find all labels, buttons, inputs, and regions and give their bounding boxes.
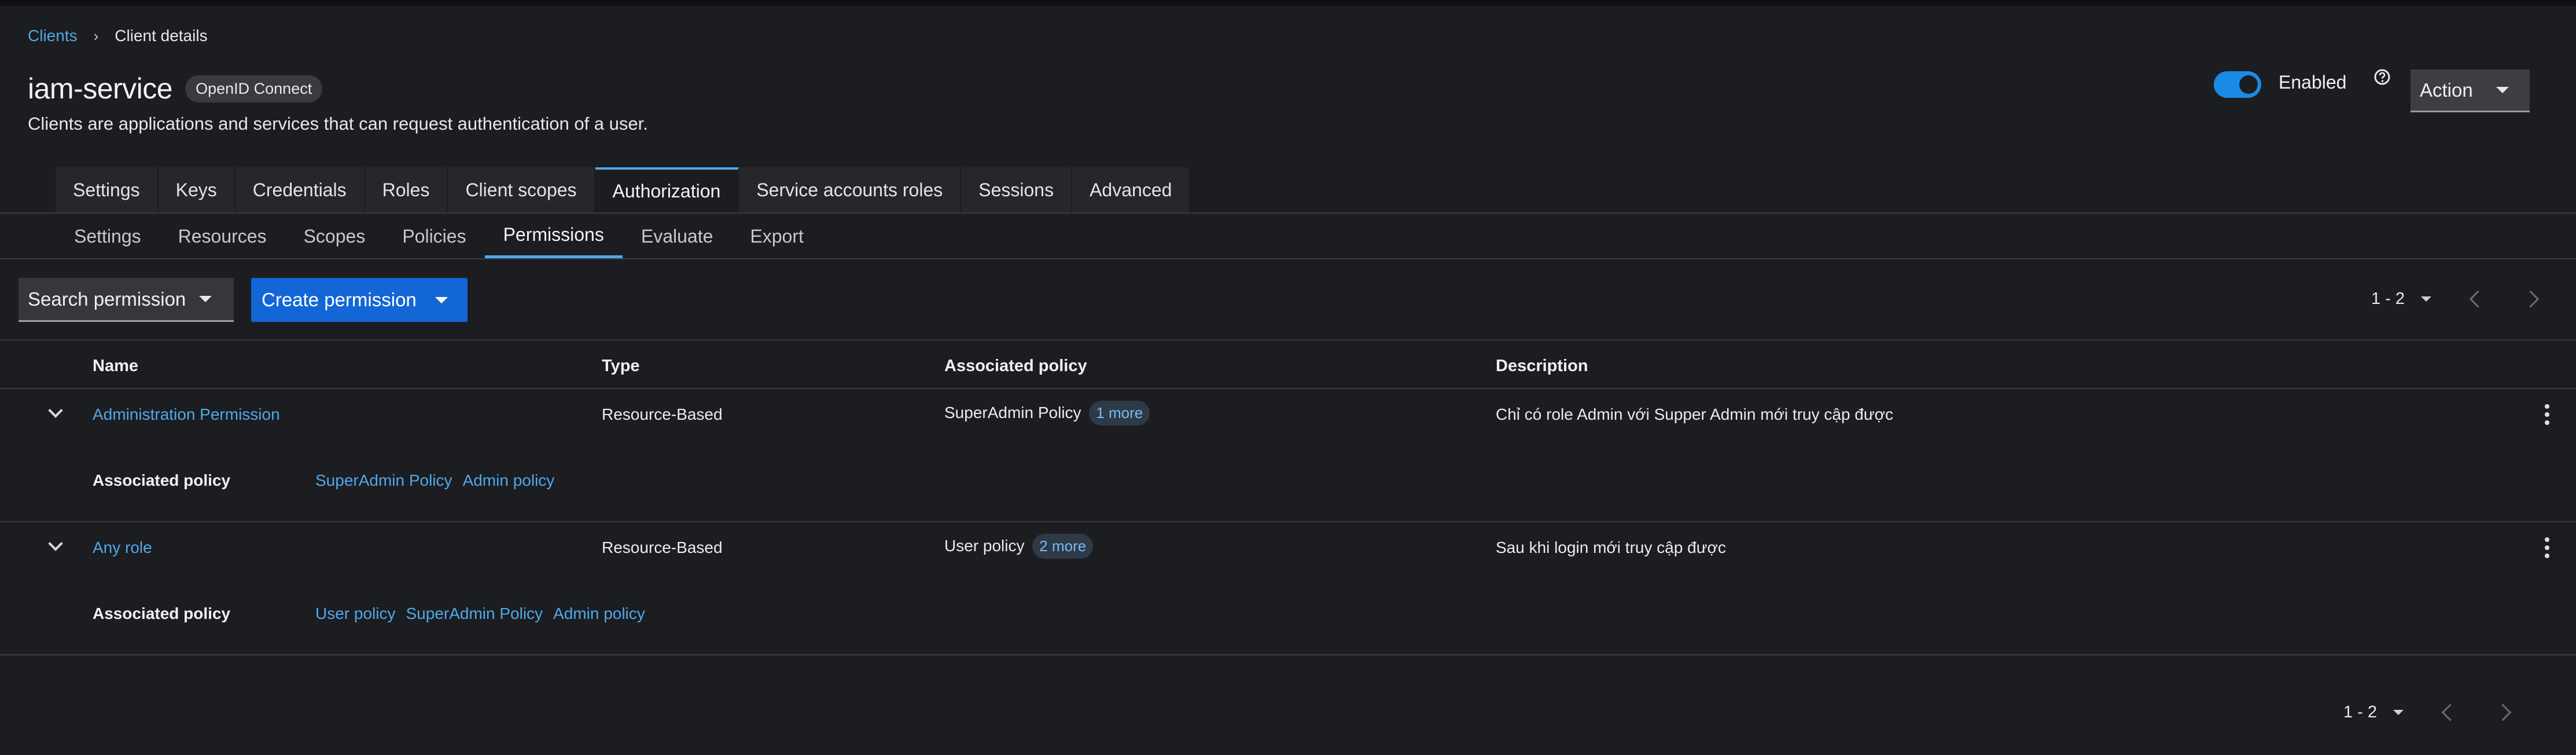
subtab-policies[interactable]: Policies xyxy=(384,214,484,258)
pagination-range[interactable]: 1 - 2 xyxy=(2371,289,2405,309)
toggle-knob xyxy=(2239,75,2258,94)
permission-type: Resource-Based xyxy=(602,405,723,423)
sub-tabs: Settings Resources Scopes Policies Permi… xyxy=(56,214,822,258)
expanded-policies: User policy SuperAdmin Policy Admin poli… xyxy=(315,604,645,623)
divider xyxy=(0,339,2576,340)
divider xyxy=(0,388,2576,389)
kebab-menu-icon[interactable] xyxy=(2545,537,2549,558)
permission-name-link[interactable]: Administration Permission xyxy=(93,405,280,424)
chevron-right-icon: › xyxy=(93,27,99,45)
help-icon[interactable] xyxy=(2373,68,2391,86)
more-badge[interactable]: 1 more xyxy=(1089,401,1150,426)
search-permission-select[interactable]: Search permission xyxy=(19,278,234,322)
tab-service-accounts-roles[interactable]: Service accounts roles xyxy=(739,167,962,212)
chevron-down-icon[interactable] xyxy=(48,403,63,418)
caret-down-icon[interactable] xyxy=(2393,710,2404,715)
enabled-label: Enabled xyxy=(2279,72,2347,93)
associated-policy-cell: SuperAdmin Policy 1 more xyxy=(944,401,1150,426)
next-page-icon[interactable] xyxy=(2494,703,2512,721)
pagination-top: 1 - 2 xyxy=(2371,289,2540,309)
column-header-type: Type xyxy=(602,357,640,375)
associated-policy: User policy xyxy=(944,537,1025,555)
tab-roles[interactable]: Roles xyxy=(365,167,448,212)
tab-sessions[interactable]: Sessions xyxy=(961,167,1073,212)
create-permission-button[interactable]: Create permission xyxy=(251,278,468,322)
tab-credentials[interactable]: Credentials xyxy=(235,167,365,212)
policy-link[interactable]: SuperAdmin Policy xyxy=(315,471,452,490)
divider xyxy=(0,212,2576,214)
expanded-policies: SuperAdmin Policy Admin policy xyxy=(315,471,554,490)
column-header-policy: Associated policy xyxy=(944,357,1087,375)
chevron-down-icon[interactable] xyxy=(48,536,63,551)
breadcrumb-clients-link[interactable]: Clients xyxy=(28,27,78,45)
subtab-export[interactable]: Export xyxy=(731,214,822,258)
breadcrumb-current: Client details xyxy=(115,27,208,45)
kebab-menu-icon[interactable] xyxy=(2545,404,2549,425)
main-tabs: Settings Keys Credentials Roles Client s… xyxy=(56,167,1191,212)
expanded-label: Associated policy xyxy=(93,604,231,622)
associated-policy: SuperAdmin Policy xyxy=(944,404,1081,422)
action-dropdown[interactable]: Action xyxy=(2411,69,2530,112)
divider xyxy=(0,654,2576,655)
expanded-label: Associated policy xyxy=(93,471,231,489)
caret-down-icon[interactable] xyxy=(2421,296,2432,302)
tab-authorization[interactable]: Authorization xyxy=(595,167,739,212)
associated-policy-cell: User policy 2 more xyxy=(944,534,1094,559)
prev-page-icon[interactable] xyxy=(2469,290,2487,308)
tab-client-scopes[interactable]: Client scopes xyxy=(448,167,595,212)
action-label: Action xyxy=(2420,79,2473,101)
tab-advanced[interactable]: Advanced xyxy=(1072,167,1191,212)
policy-link[interactable]: Admin policy xyxy=(463,471,555,490)
caret-down-icon xyxy=(435,296,448,303)
caret-down-icon xyxy=(199,296,212,302)
column-header-description: Description xyxy=(1496,357,1588,375)
breadcrumb: Clients › Client details xyxy=(28,27,208,45)
tab-settings[interactable]: Settings xyxy=(56,167,159,212)
title-row: iam-service OpenID Connect xyxy=(28,72,323,105)
top-strip xyxy=(0,0,2576,6)
page-subtitle: Clients are applications and services th… xyxy=(28,113,648,134)
subtab-permissions[interactable]: Permissions xyxy=(484,214,623,258)
enabled-toggle[interactable] xyxy=(2214,71,2261,98)
tab-keys[interactable]: Keys xyxy=(158,167,235,212)
permission-description: Chỉ có role Admin với Supper Admin mới t… xyxy=(1496,405,1893,423)
next-page-icon[interactable] xyxy=(2522,290,2540,308)
column-header-name: Name xyxy=(93,357,138,375)
page-title: iam-service xyxy=(28,72,173,105)
prev-page-icon[interactable] xyxy=(2441,703,2459,721)
permission-description: Sau khi login mới truy cập được xyxy=(1496,538,1726,556)
divider xyxy=(0,258,2576,259)
create-permission-label: Create permission xyxy=(262,289,417,310)
policy-link[interactable]: User policy xyxy=(315,604,395,623)
subtab-scopes[interactable]: Scopes xyxy=(285,214,384,258)
subtab-resources[interactable]: Resources xyxy=(160,214,285,258)
protocol-badge: OpenID Connect xyxy=(185,75,323,102)
search-permission-label: Search permission xyxy=(28,288,186,310)
policy-link[interactable]: SuperAdmin Policy xyxy=(406,604,543,623)
pagination-bottom: 1 - 2 xyxy=(2343,703,2512,722)
divider xyxy=(0,521,2576,522)
pagination-range[interactable]: 1 - 2 xyxy=(2343,703,2377,722)
permission-type: Resource-Based xyxy=(602,538,723,556)
policy-link[interactable]: Admin policy xyxy=(553,604,645,623)
caret-down-icon xyxy=(2496,87,2509,93)
subtab-settings[interactable]: Settings xyxy=(56,214,160,258)
permission-name-link[interactable]: Any role xyxy=(93,538,152,557)
more-badge[interactable]: 2 more xyxy=(1032,534,1094,559)
subtab-evaluate[interactable]: Evaluate xyxy=(623,214,732,258)
